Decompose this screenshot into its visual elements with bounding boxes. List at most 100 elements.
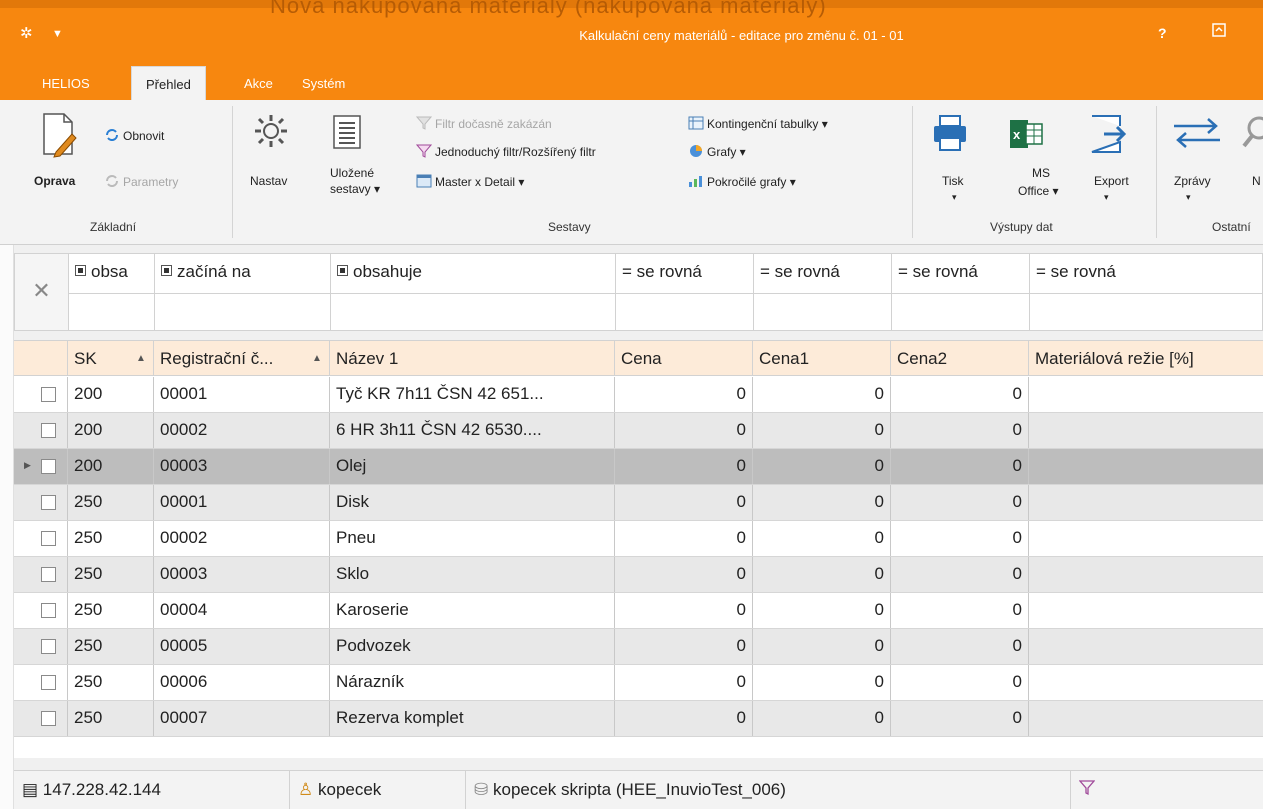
cell-sk[interactable]: 200: [68, 413, 154, 448]
header-cena2[interactable]: Cena2: [891, 341, 1029, 376]
oprava-button[interactable]: Oprava: [34, 174, 75, 188]
cell-registracni[interactable]: 00002: [154, 521, 330, 556]
row-checkbox[interactable]: [41, 423, 56, 438]
cell-cena1[interactable]: 0: [753, 449, 891, 484]
filter-operator[interactable]: = se rovná: [892, 254, 1029, 294]
cell-cena[interactable]: 0: [615, 377, 753, 412]
table-row[interactable]: ▶ 200 00003 Olej 0 0 0: [14, 449, 1263, 485]
filter-value-input[interactable]: [892, 294, 1029, 329]
filter-value-input[interactable]: [754, 294, 891, 329]
table-row[interactable]: 250 00001 Disk 0 0 0: [14, 485, 1263, 521]
cell-rezie[interactable]: [1029, 593, 1263, 628]
cell-rezie[interactable]: [1029, 485, 1263, 520]
help-icon[interactable]: ?: [1158, 25, 1167, 41]
export-icon[interactable]: [1090, 114, 1130, 159]
status-filter[interactable]: [1071, 771, 1263, 809]
tab-akce[interactable]: Akce: [244, 76, 273, 91]
cell-registracni[interactable]: 00003: [154, 449, 330, 484]
tab-helios[interactable]: HELIOS: [42, 76, 90, 91]
cell-nazev[interactable]: Pneu: [330, 521, 615, 556]
table-row[interactable]: 250 00004 Karoserie 0 0 0: [14, 593, 1263, 629]
cell-sk[interactable]: 250: [68, 593, 154, 628]
cell-cena[interactable]: 0: [615, 629, 753, 664]
cell-cena[interactable]: 0: [615, 521, 753, 556]
filter-value-input[interactable]: [155, 294, 330, 329]
cell-cena2[interactable]: 0: [891, 701, 1029, 736]
header-nazev[interactable]: Název 1: [330, 341, 615, 376]
zpravy-button[interactable]: Zprávy: [1174, 174, 1211, 188]
row-checkbox[interactable]: [41, 603, 56, 618]
filter-cell-cena1[interactable]: = se rovná: [754, 254, 892, 330]
export-button[interactable]: Export: [1094, 174, 1129, 188]
row-selector[interactable]: [14, 413, 68, 448]
cell-sk[interactable]: 250: [68, 629, 154, 664]
filter-operator[interactable]: = se rovná: [754, 254, 891, 294]
cell-cena2[interactable]: 0: [891, 377, 1029, 412]
cell-cena[interactable]: 0: [615, 665, 753, 700]
cell-sk[interactable]: 250: [68, 557, 154, 592]
table-row[interactable]: 250 00002 Pneu 0 0 0: [14, 521, 1263, 557]
filter-value-input[interactable]: [331, 294, 615, 329]
kontingencni-tabulky-button[interactable]: Kontingenční tabulky ▾: [688, 116, 828, 131]
cell-registracni[interactable]: 00002: [154, 413, 330, 448]
ms-office-dropdown[interactable]: Office ▾: [1018, 184, 1058, 198]
filter-cell-cena2[interactable]: = se rovná: [892, 254, 1030, 330]
restore-window-icon[interactable]: [1212, 23, 1226, 40]
row-selector[interactable]: [14, 377, 68, 412]
cell-nazev[interactable]: Podvozek: [330, 629, 615, 664]
cell-sk[interactable]: 250: [68, 665, 154, 700]
row-selector[interactable]: [14, 665, 68, 700]
header-cena[interactable]: Cena: [615, 341, 753, 376]
cell-cena1[interactable]: 0: [753, 557, 891, 592]
row-checkbox[interactable]: [41, 387, 56, 402]
row-selector[interactable]: ▶: [14, 449, 68, 484]
cell-registracni[interactable]: 00001: [154, 377, 330, 412]
cell-cena[interactable]: 0: [615, 485, 753, 520]
header-cena1[interactable]: Cena1: [753, 341, 891, 376]
cell-cena[interactable]: 0: [615, 701, 753, 736]
filter-operator[interactable]: obsahuje: [331, 254, 615, 294]
cell-registracni[interactable]: 00007: [154, 701, 330, 736]
row-selector[interactable]: [14, 557, 68, 592]
cell-cena1[interactable]: 0: [753, 521, 891, 556]
messages-icon[interactable]: [1172, 116, 1222, 155]
saved-reports-icon[interactable]: [332, 114, 362, 155]
row-checkbox[interactable]: [41, 711, 56, 726]
row-checkbox[interactable]: [41, 639, 56, 654]
cell-cena2[interactable]: 0: [891, 665, 1029, 700]
cell-cena1[interactable]: 0: [753, 485, 891, 520]
zpravy-dropdown-icon[interactable]: ▾: [1186, 192, 1191, 203]
cell-nazev[interactable]: Olej: [330, 449, 615, 484]
ulozene-sestavy-label[interactable]: Uložené: [330, 166, 374, 180]
truncated-button[interactable]: N: [1252, 174, 1261, 188]
filter-operator[interactable]: = se rovná: [616, 254, 753, 294]
tisk-dropdown-icon[interactable]: ▾: [952, 192, 957, 203]
cell-cena1[interactable]: 0: [753, 413, 891, 448]
cell-rezie[interactable]: [1029, 521, 1263, 556]
cell-sk[interactable]: 200: [68, 449, 154, 484]
printer-icon[interactable]: [930, 114, 970, 159]
row-selector[interactable]: [14, 521, 68, 556]
table-row[interactable]: 250 00003 Sklo 0 0 0: [14, 557, 1263, 593]
ulozene-sestavy-dropdown[interactable]: sestavy ▾: [330, 182, 380, 196]
gear-icon[interactable]: [252, 112, 290, 155]
filter-cell-registracni[interactable]: začíná na: [155, 254, 331, 330]
cell-cena2[interactable]: 0: [891, 413, 1029, 448]
cell-cena2[interactable]: 0: [891, 521, 1029, 556]
row-selector[interactable]: [14, 593, 68, 628]
cell-registracni[interactable]: 00004: [154, 593, 330, 628]
cell-cena2[interactable]: 0: [891, 485, 1029, 520]
cell-nazev[interactable]: Sklo: [330, 557, 615, 592]
table-row[interactable]: 250 00006 Nárazník 0 0 0: [14, 665, 1263, 701]
header-registracni[interactable]: Registrační č... ▲: [154, 341, 330, 376]
cell-nazev[interactable]: 6 HR 3h11 ČSN 42 6530....: [330, 413, 615, 448]
ms-office-label[interactable]: MS: [1032, 166, 1050, 180]
cell-nazev[interactable]: Disk: [330, 485, 615, 520]
table-row[interactable]: 250 00005 Podvozek 0 0 0: [14, 629, 1263, 665]
cell-registracni[interactable]: 00005: [154, 629, 330, 664]
cell-rezie[interactable]: [1029, 665, 1263, 700]
obnovit-button[interactable]: Obnovit: [104, 128, 164, 143]
edit-document-icon[interactable]: [40, 112, 80, 163]
row-checkbox[interactable]: [41, 567, 56, 582]
pokrocile-grafy-button[interactable]: Pokročilé grafy ▾: [688, 174, 796, 189]
